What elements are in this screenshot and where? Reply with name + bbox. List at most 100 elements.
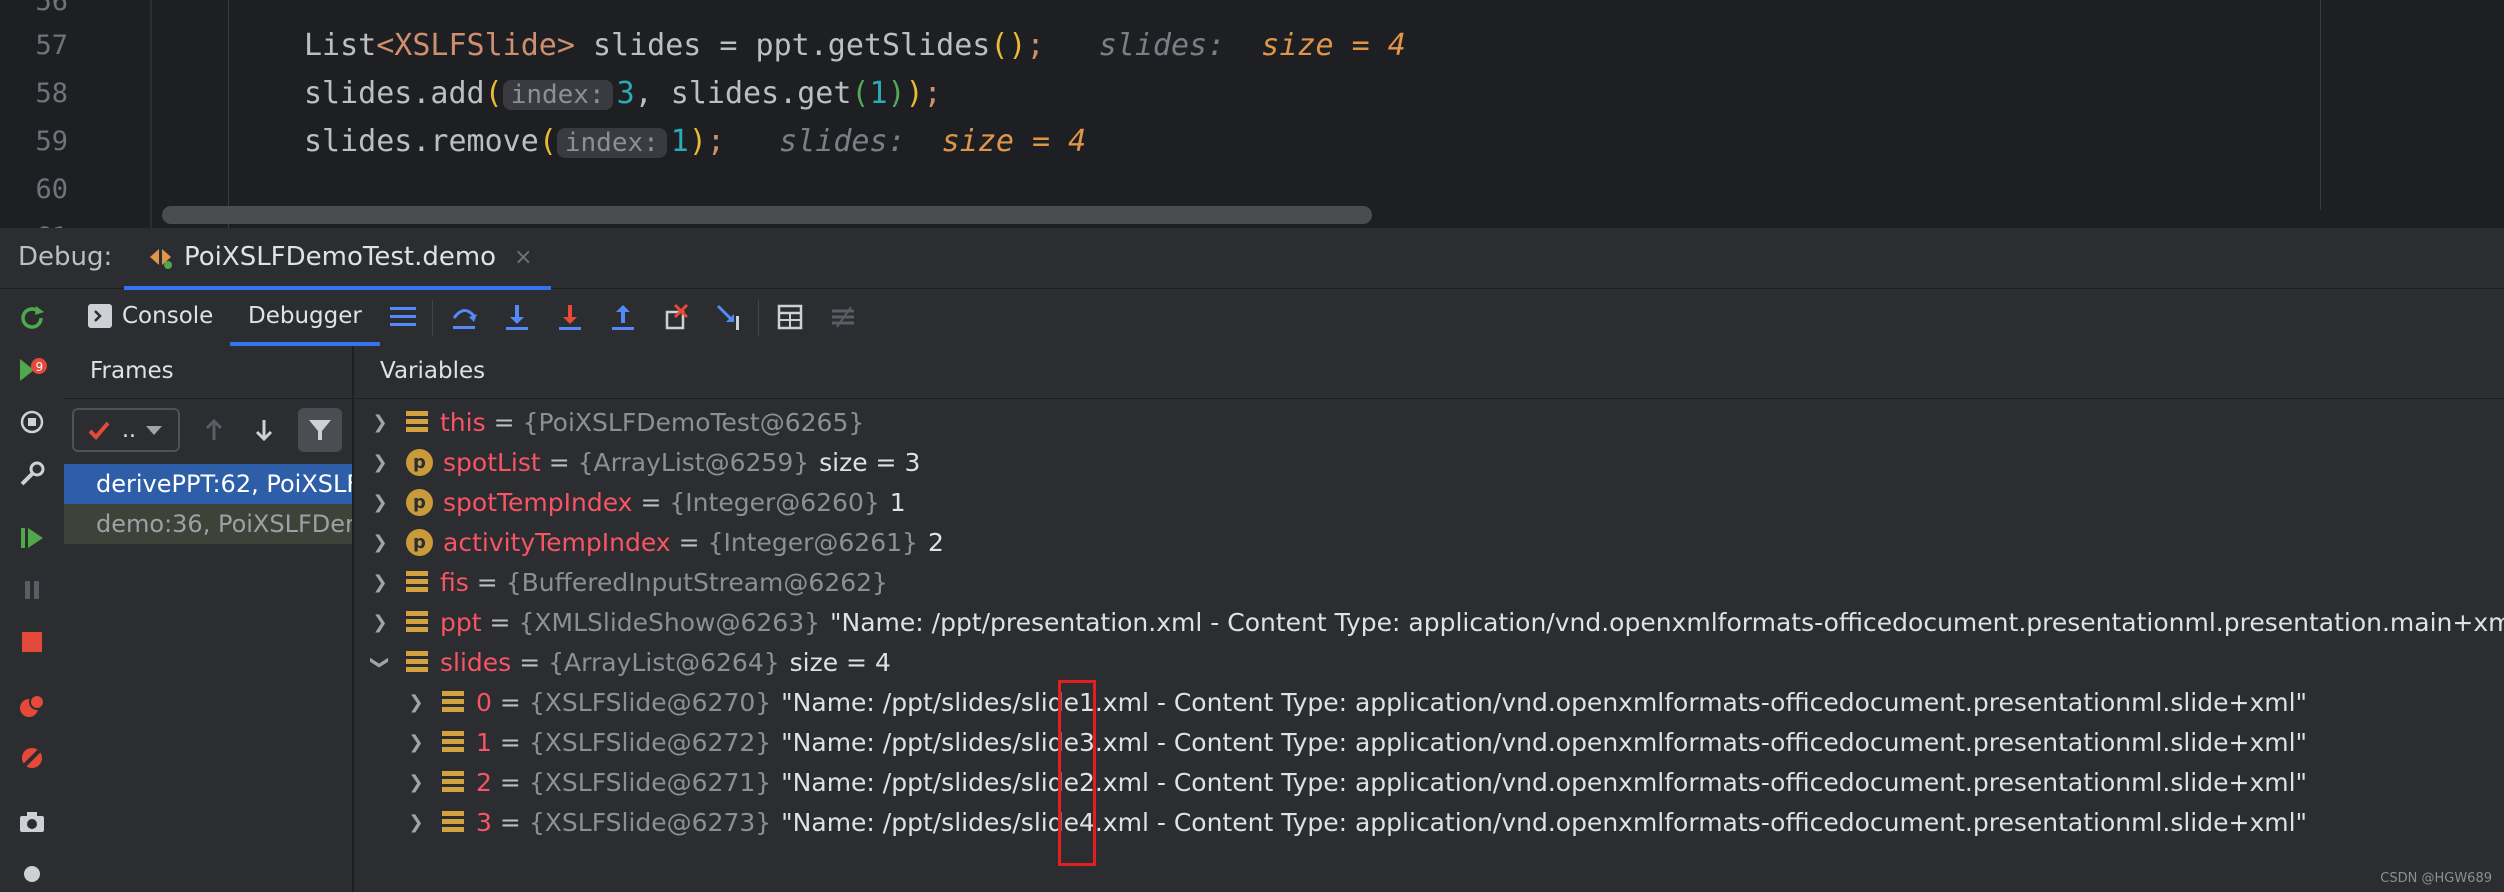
step-into-icon[interactable] [500, 300, 534, 334]
field-icon [442, 771, 464, 793]
drop-frame-icon[interactable] [659, 300, 693, 334]
tab-console-label: Console [122, 303, 214, 329]
equals-sign: = [489, 607, 511, 637]
code-token: ) [887, 76, 906, 111]
debug-session-tab[interactable]: PoiXSLFDemoTest.demo × [124, 228, 551, 290]
chevron-right-icon[interactable]: ❯ [404, 772, 428, 793]
chevron-down-icon[interactable]: ❯ [370, 650, 391, 674]
rerun-icon[interactable] [16, 302, 48, 334]
frames-title: Frames [90, 358, 174, 384]
chevron-right-icon[interactable]: ❯ [368, 412, 392, 433]
variable-row-slides-3[interactable]: ❯ 3 = {XSLFSlide@6273} "Name: /ppt/slides/s… [404, 802, 2307, 842]
variable-row-activitytempindex[interactable]: ❯ p activityTempIndex = {Integer@6261} 2 [368, 522, 943, 562]
right-margin-guide [2320, 0, 2321, 210]
code-token: ; [923, 76, 942, 111]
filter-icon[interactable] [298, 408, 342, 452]
debug-tool-window-header: Debug: PoiXSLFDemoTest.demo × [0, 228, 2504, 290]
variable-type: {XMLSlideShow@6263} [518, 607, 821, 637]
variable-name: spotTempIndex [443, 487, 633, 517]
chevron-right-icon[interactable]: ❯ [404, 812, 428, 833]
indent-guide [228, 0, 229, 228]
variable-type: {BufferedInputStream@6262} [505, 567, 888, 597]
tab-console[interactable]: Console [88, 290, 213, 342]
code-token: 1 [869, 76, 888, 111]
variable-row-slides-0[interactable]: ❯ 0 = {XSLFSlide@6270} "Name: /ppt/slides/s… [404, 682, 2307, 722]
camera-icon[interactable] [16, 806, 48, 838]
variable-row-spottempindex[interactable]: ❯ p spotTempIndex = {Integer@6260} 1 [368, 482, 905, 522]
code-token: ( [484, 76, 503, 111]
variable-row-slides[interactable]: ❯ slides = {ArrayList@6264} size = 4 [368, 642, 891, 682]
inline-debug-value: size = 4 [941, 124, 1087, 159]
code-token: <XSLFSlide> [376, 28, 575, 63]
frames-panel: Frames .. derivePPT:62, PoiXSLFDemoTest … [64, 346, 354, 892]
chevron-right-icon[interactable]: ❯ [368, 532, 392, 553]
inline-debug-value: size = 4 [1261, 28, 1406, 63]
chevron-right-icon[interactable]: ❯ [368, 612, 392, 633]
variable-name: 2 [476, 767, 492, 797]
mute-breakpoints-icon[interactable] [16, 742, 48, 774]
stop-icon[interactable] [16, 626, 48, 658]
thread-selector[interactable]: .. [72, 408, 180, 452]
code-line-58[interactable]: slides.add(index: 3, slides.get(1)); [304, 76, 942, 111]
variable-name: 1 [476, 727, 492, 757]
code-editor[interactable]: 56 57 58 59 60 61 List<XSLFSlide> slides… [0, 0, 2504, 253]
equals-sign: = [499, 727, 521, 757]
toolbar-divider [432, 300, 433, 336]
step-out-icon[interactable] [606, 300, 640, 334]
equals-sign: = [499, 767, 521, 797]
frame-item[interactable]: demo:36, PoiXSLFDemoTest [64, 504, 352, 544]
chevron-right-icon[interactable]: ❯ [368, 452, 392, 473]
rerun-failed-icon[interactable]: 9 [16, 354, 48, 386]
settings-icon[interactable] [16, 858, 48, 890]
variable-value: "Name: /ppt/slides/slide3.xml - Content … [781, 727, 2308, 757]
equals-sign: = [499, 687, 521, 717]
debug-session-label: PoiXSLFDemoTest.demo [184, 242, 497, 272]
code-line-57[interactable]: List<XSLFSlide> slides = ppt.getSlides()… [304, 28, 1406, 63]
step-over-icon[interactable] [447, 300, 481, 334]
code-token: ; [706, 124, 725, 159]
evaluate-expression-icon[interactable] [773, 300, 807, 334]
run-config-icon [148, 244, 174, 270]
frame-up-icon[interactable] [200, 416, 228, 444]
field-icon [442, 691, 464, 713]
equals-sign: = [548, 447, 570, 477]
variable-row-slides-2[interactable]: ❯ 2 = {XSLFSlide@6271} "Name: /ppt/slides/s… [404, 762, 2307, 802]
code-token: slides.add [304, 76, 485, 111]
field-icon [442, 731, 464, 753]
variable-value: "Name: /ppt/slides/slide1.xml - Content … [781, 687, 2308, 717]
code-token: slides.remove [304, 124, 539, 159]
force-step-into-icon[interactable] [553, 300, 587, 334]
variable-row-ppt[interactable]: ❯ ppt = {XMLSlideShow@6263} "Name: /ppt/pre… [368, 602, 2504, 642]
frame-down-icon[interactable] [250, 416, 278, 444]
resume-icon[interactable] [16, 522, 48, 554]
code-line-59[interactable]: slides.remove(index: 1); slides: size = 4 [304, 124, 1086, 159]
variable-type: {ArrayList@6264} [548, 647, 780, 677]
variable-row-slides-1[interactable]: ❯ 1 = {XSLFSlide@6272} "Name: /ppt/slides/s… [404, 722, 2307, 762]
close-icon[interactable]: × [514, 245, 532, 270]
horizontal-scrollbar[interactable] [162, 206, 1372, 224]
chevron-right-icon[interactable]: ❯ [404, 692, 428, 713]
trace-current-stream-icon[interactable] [826, 300, 860, 334]
wrench-icon[interactable] [16, 458, 48, 490]
svg-text:9: 9 [36, 360, 44, 374]
chevron-right-icon[interactable]: ❯ [404, 732, 428, 753]
variable-row-this[interactable]: ❯ this = {PoiXSLFDemoTest@6265} [368, 402, 864, 442]
debugger-toolbar: Console Debugger [64, 290, 2504, 347]
frame-item-selected[interactable]: derivePPT:62, PoiXSLFDemoTest [64, 464, 352, 504]
view-breakpoints-icon[interactable] [16, 690, 48, 722]
check-icon [86, 417, 112, 443]
variable-value: "Name: /ppt/slides/slide4.xml - Content … [781, 807, 2308, 837]
show-execution-point-icon[interactable] [386, 300, 420, 334]
run-to-cursor-icon[interactable] [712, 300, 746, 334]
tab-debugger[interactable]: Debugger [230, 290, 380, 346]
field-icon [406, 651, 428, 673]
variable-row-fis[interactable]: ❯ fis = {BufferedInputStream@6262} [368, 562, 888, 602]
variable-type: {PoiXSLFDemoTest@6265} [522, 407, 865, 437]
variable-row-spotlist[interactable]: ❯ p spotList = {ArrayList@6259} size = 3 [368, 442, 920, 482]
inline-debug-name: slides: [779, 124, 906, 159]
parameter-icon: p [406, 488, 433, 516]
chevron-right-icon[interactable]: ❯ [368, 572, 392, 593]
refresh-icon[interactable] [16, 406, 48, 438]
pause-icon[interactable] [16, 574, 48, 606]
chevron-right-icon[interactable]: ❯ [368, 492, 392, 513]
